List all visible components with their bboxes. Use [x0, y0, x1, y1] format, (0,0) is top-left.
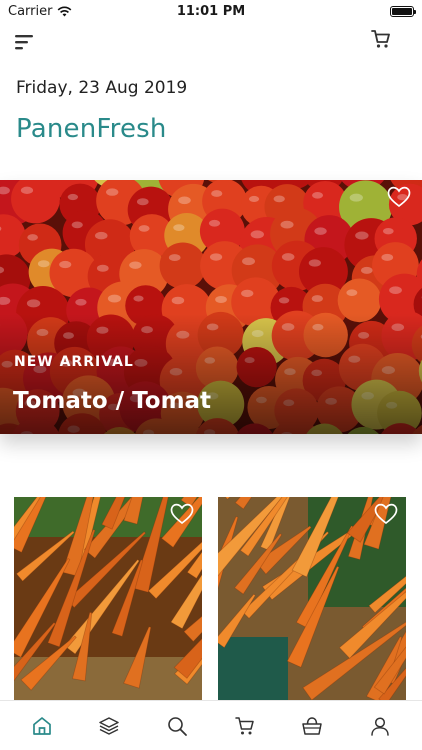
top-bar	[0, 28, 422, 56]
cart-icon	[235, 716, 254, 734]
heart-icon[interactable]	[170, 503, 194, 525]
menu-icon[interactable]	[14, 32, 36, 52]
carrot-image	[14, 497, 202, 701]
nav-home[interactable]	[27, 711, 57, 741]
home-icon	[32, 716, 51, 735]
hero-banner[interactable]: NEW ARRIVAL Tomato / Tomat	[0, 180, 422, 434]
hero-tag: NEW ARRIVAL	[14, 354, 134, 370]
heart-icon[interactable]	[387, 186, 411, 208]
layers-icon	[99, 716, 120, 735]
search-icon	[168, 716, 188, 736]
hero-title: Tomato / Tomat	[13, 388, 212, 414]
carrier-label: Carrier	[8, 3, 53, 19]
wifi-icon	[58, 6, 72, 16]
user-icon	[371, 716, 389, 736]
nav-search[interactable]	[162, 711, 192, 741]
nav-cart[interactable]	[230, 711, 260, 741]
basket-icon	[302, 716, 323, 735]
nav-orders[interactable]	[297, 711, 327, 741]
battery-icon	[390, 5, 416, 17]
product-card[interactable]	[218, 497, 406, 701]
nav-profile[interactable]	[365, 711, 395, 741]
heart-icon[interactable]	[374, 503, 398, 525]
carrot-image	[218, 497, 406, 701]
bottom-nav	[0, 700, 422, 750]
status-bar: Carrier 11:01 PM	[0, 0, 422, 22]
date-label: Friday, 23 Aug 2019	[16, 78, 188, 98]
hero-overlay	[0, 314, 422, 434]
nav-categories[interactable]	[94, 711, 124, 741]
brand-title: PanenFresh	[16, 114, 167, 144]
product-card[interactable]	[14, 497, 202, 701]
cart-icon[interactable]	[370, 28, 392, 50]
